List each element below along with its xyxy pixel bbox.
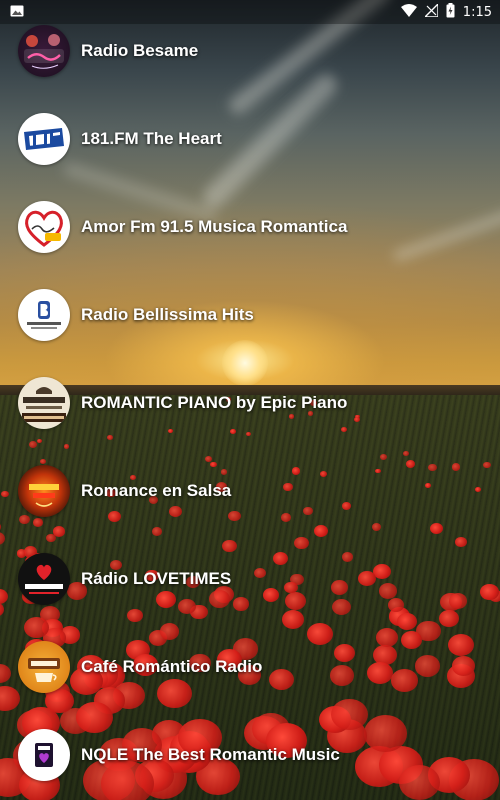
station-name: Café Romántico Radio [81,657,263,676]
station-name: Romance en Salsa [81,481,232,500]
station-item-radio-lovetimes[interactable]: Rádio LOVETIMES [0,539,500,619]
lovetimes-logo-icon [18,553,70,605]
station-item-181fm-the-heart[interactable]: 181.FM The Heart [0,99,500,179]
nqle-logo-icon [18,729,70,781]
amor-fm-logo-icon [18,201,70,253]
station-name: Radio Bellissima Hits [81,305,254,324]
station-item-amor-fm[interactable]: Amor Fm 91.5 Musica Romantica [0,187,500,267]
station-item-romantic-piano[interactable]: ROMANTIC PIANO by Epic Piano [0,363,500,443]
battery-charging-icon [446,3,455,21]
station-name: Rádio LOVETIMES [81,569,232,588]
station-list: Radio Besame 181.FM The Heart Amor Fm 91… [0,0,500,800]
radio-bellissima-logo-icon [18,289,70,341]
no-signal-icon [423,2,439,20]
romance-salsa-logo-icon [18,465,70,517]
181fm-logo-icon [18,113,70,165]
station-name: Radio Besame [81,41,199,60]
status-time: 1:15 [462,4,492,20]
station-item-radio-bellissima[interactable]: Radio Bellissima Hits [0,275,500,355]
status-bar: 1:15 [0,0,500,24]
cafe-romantico-logo-icon [18,641,70,693]
radio-besame-logo-icon [18,25,70,77]
station-name: ROMANTIC PIANO by Epic Piano [81,393,348,412]
station-name: 181.FM The Heart [81,129,222,148]
station-item-romance-en-salsa[interactable]: Romance en Salsa [0,451,500,531]
epic-piano-logo-icon [18,377,70,429]
wifi-icon [400,4,417,20]
station-item-nqle[interactable]: NQLE The Best Romantic Music [0,715,500,795]
station-name: Amor Fm 91.5 Musica Romantica [81,217,348,236]
station-name: NQLE The Best Romantic Music [81,745,340,764]
image-icon [10,5,24,20]
station-item-cafe-romantico[interactable]: Café Romántico Radio [0,627,500,707]
